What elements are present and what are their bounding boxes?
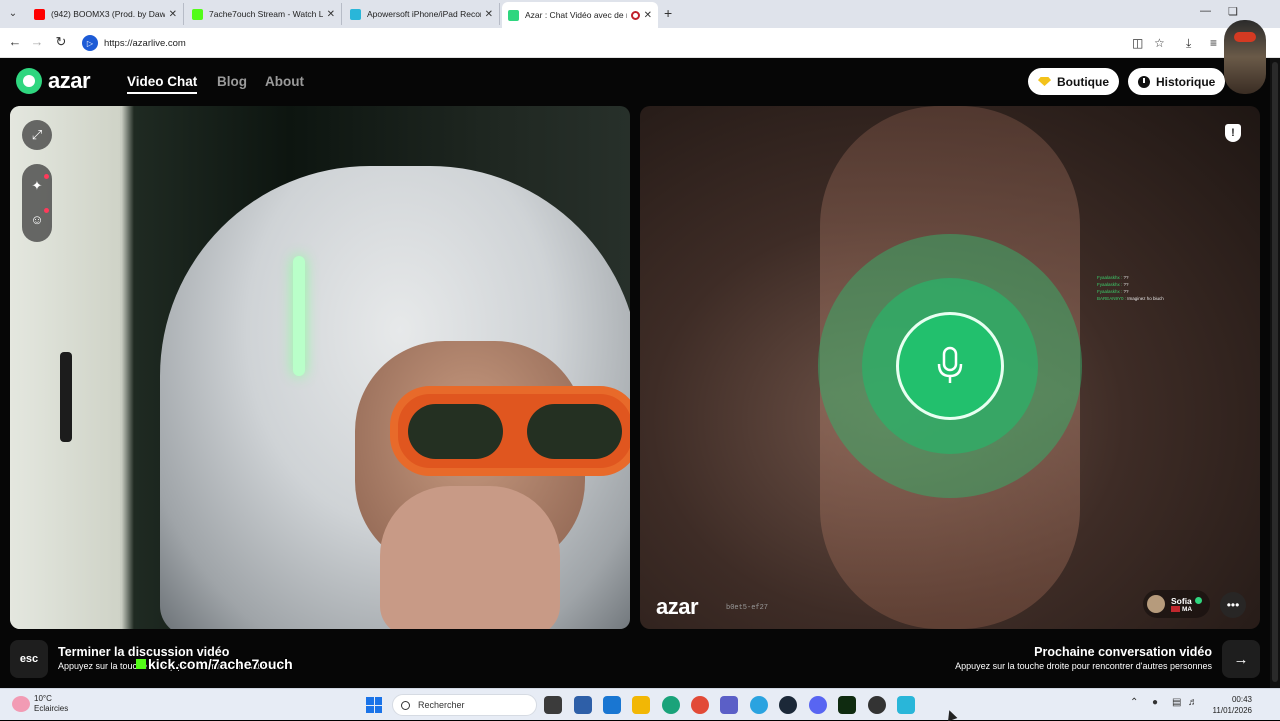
- youtube-icon: [34, 8, 45, 20]
- discord-icon[interactable]: [809, 696, 827, 714]
- taskbar-search[interactable]: Rechercher: [392, 694, 537, 716]
- site-info-icon[interactable]: ▷: [82, 35, 98, 51]
- gem-icon: [1038, 77, 1051, 86]
- tab-azar[interactable]: Azar : Chat Vidéo avec de n ✕: [502, 2, 658, 28]
- peer-avatar: [1147, 595, 1165, 613]
- azar-icon: [508, 9, 519, 21]
- next-chat-hint: Appuyez sur la touche droite pour rencon…: [955, 661, 1212, 671]
- new-tab-button[interactable]: +: [664, 5, 672, 21]
- face-filter-icon[interactable]: ☺: [29, 212, 45, 228]
- task-view-icon[interactable]: [544, 696, 562, 714]
- close-tab-icon[interactable]: ✕: [169, 9, 177, 20]
- network-icon[interactable]: ▤: [1172, 697, 1181, 708]
- minimize-video-icon[interactable]: ⤢: [22, 120, 52, 150]
- apowersoft-icon: [350, 8, 361, 20]
- azar-logo-icon: [16, 68, 42, 94]
- browser-tab-strip: ⌄ (942) BOOMX3 (Prod. by Dawe ✕ 7ache7ou…: [0, 0, 1280, 28]
- reload-icon[interactable]: ↻: [52, 34, 70, 50]
- cast-icon[interactable]: ◫: [1132, 36, 1143, 50]
- recording-icon: [630, 10, 640, 20]
- minimize-button[interactable]: —: [1200, 5, 1211, 17]
- remote-video: ! Fyaalaskhx : ?? Fyaalaskhx : ?? Fyaala…: [640, 106, 1260, 629]
- headset-light: [293, 256, 305, 376]
- effects-toolbar: ✦ ☺: [22, 164, 52, 242]
- app-icon[interactable]: [574, 696, 592, 714]
- kick-logo-icon: [136, 659, 146, 669]
- new-badge: [44, 174, 49, 179]
- microphone-tray-icon[interactable]: ●: [1152, 697, 1158, 708]
- azar-page: azar Video Chat Blog About Boutique Hist…: [0, 58, 1280, 688]
- new-badge: [44, 208, 49, 213]
- system-clock[interactable]: 00:43 11/01/2026: [1213, 694, 1252, 716]
- session-id: b0et5-ef27: [726, 604, 769, 612]
- start-icon[interactable]: [366, 697, 382, 713]
- maximize-button[interactable]: ❏: [1228, 5, 1238, 18]
- stream-chat-overlay: Fyaalaskhx : ?? Fyaalaskhx : ?? Fyaalask…: [1097, 275, 1164, 301]
- weather-icon[interactable]: [12, 696, 30, 712]
- address-bar: ← → ↻ ▷ https://azarlive.com ◫ ☆ ⤓ ≡: [0, 28, 1280, 58]
- url-field[interactable]: ▷ https://azarlive.com: [82, 32, 1132, 54]
- historique-button[interactable]: Historique: [1128, 68, 1226, 95]
- microphone-icon: [896, 312, 1004, 420]
- kick-icon: [192, 8, 203, 20]
- steam-icon[interactable]: [779, 696, 797, 714]
- nav-video-chat[interactable]: Video Chat: [127, 74, 198, 94]
- tray-overflow-icon[interactable]: ⌃: [1130, 697, 1138, 708]
- local-video: ⤢ ✦ ☺: [10, 106, 630, 629]
- report-icon[interactable]: !: [1225, 124, 1241, 142]
- file-explorer-icon[interactable]: [632, 696, 650, 714]
- tab-apowersoft[interactable]: Apowersoft iPhone/iPad Recor ✕: [344, 3, 500, 25]
- outlook-icon[interactable]: [603, 696, 621, 714]
- tab-search-icon[interactable]: ⌄: [4, 5, 22, 23]
- orange-goggles: [390, 386, 630, 476]
- kick-overlay: kick.com/7ache7ouch: [136, 656, 293, 672]
- back-icon[interactable]: ←: [6, 34, 24, 49]
- verified-icon: [1194, 596, 1202, 604]
- azar-logo[interactable]: azar: [16, 68, 91, 94]
- obs-icon[interactable]: [868, 696, 886, 714]
- close-tab-icon[interactable]: ✕: [327, 9, 335, 20]
- next-arrow-button[interactable]: →: [1222, 640, 1260, 678]
- download-icon[interactable]: ⤓: [1186, 36, 1191, 51]
- kick-app-icon[interactable]: [838, 696, 856, 714]
- door-handle: [60, 352, 72, 442]
- azar-watermark: azar: [656, 594, 699, 619]
- clock-icon: [1138, 75, 1150, 88]
- streamer-avatar-overlay: [1224, 20, 1266, 94]
- search-icon: [401, 700, 410, 710]
- forward-icon[interactable]: →: [28, 34, 46, 49]
- telegram-icon[interactable]: [750, 696, 768, 714]
- teams-icon[interactable]: [720, 696, 738, 714]
- esc-button[interactable]: esc: [10, 640, 48, 678]
- page-scrollbar[interactable]: [1270, 58, 1280, 688]
- person-hand: [380, 486, 560, 629]
- next-chat-title: Prochaine conversation vidéo: [1034, 645, 1212, 659]
- sparkle-effects-icon[interactable]: ✦: [29, 178, 45, 194]
- bookmark-star-icon[interactable]: ☆: [1154, 36, 1165, 50]
- peer-profile-chip[interactable]: Sofia MA: [1143, 590, 1210, 618]
- edge-icon[interactable]: [662, 696, 680, 714]
- tab-kick[interactable]: 7ache7ouch Stream - Watch Li ✕: [186, 3, 342, 25]
- taskbar: 10°C Eclaircies Rechercher ⌃ ● ▤ ♬ 00:43…: [0, 688, 1280, 720]
- tab-youtube[interactable]: (942) BOOMX3 (Prod. by Dawe ✕: [28, 3, 184, 25]
- nav-about[interactable]: About: [265, 74, 304, 89]
- chrome-icon[interactable]: [691, 696, 709, 714]
- chat-bubble-icon[interactable]: •••: [1220, 592, 1246, 618]
- morocco-flag-icon: [1171, 605, 1180, 612]
- nav-blog[interactable]: Blog: [217, 74, 247, 89]
- close-tab-icon[interactable]: ✕: [485, 9, 493, 20]
- close-tab-icon[interactable]: ✕: [644, 10, 652, 21]
- weather-widget[interactable]: 10°C Eclaircies: [34, 694, 68, 714]
- volume-icon[interactable]: ♬: [1188, 697, 1198, 708]
- apowersoft-app-icon[interactable]: [897, 696, 915, 714]
- boutique-button[interactable]: Boutique: [1028, 68, 1119, 95]
- reading-list-icon[interactable]: ≡: [1210, 36, 1217, 50]
